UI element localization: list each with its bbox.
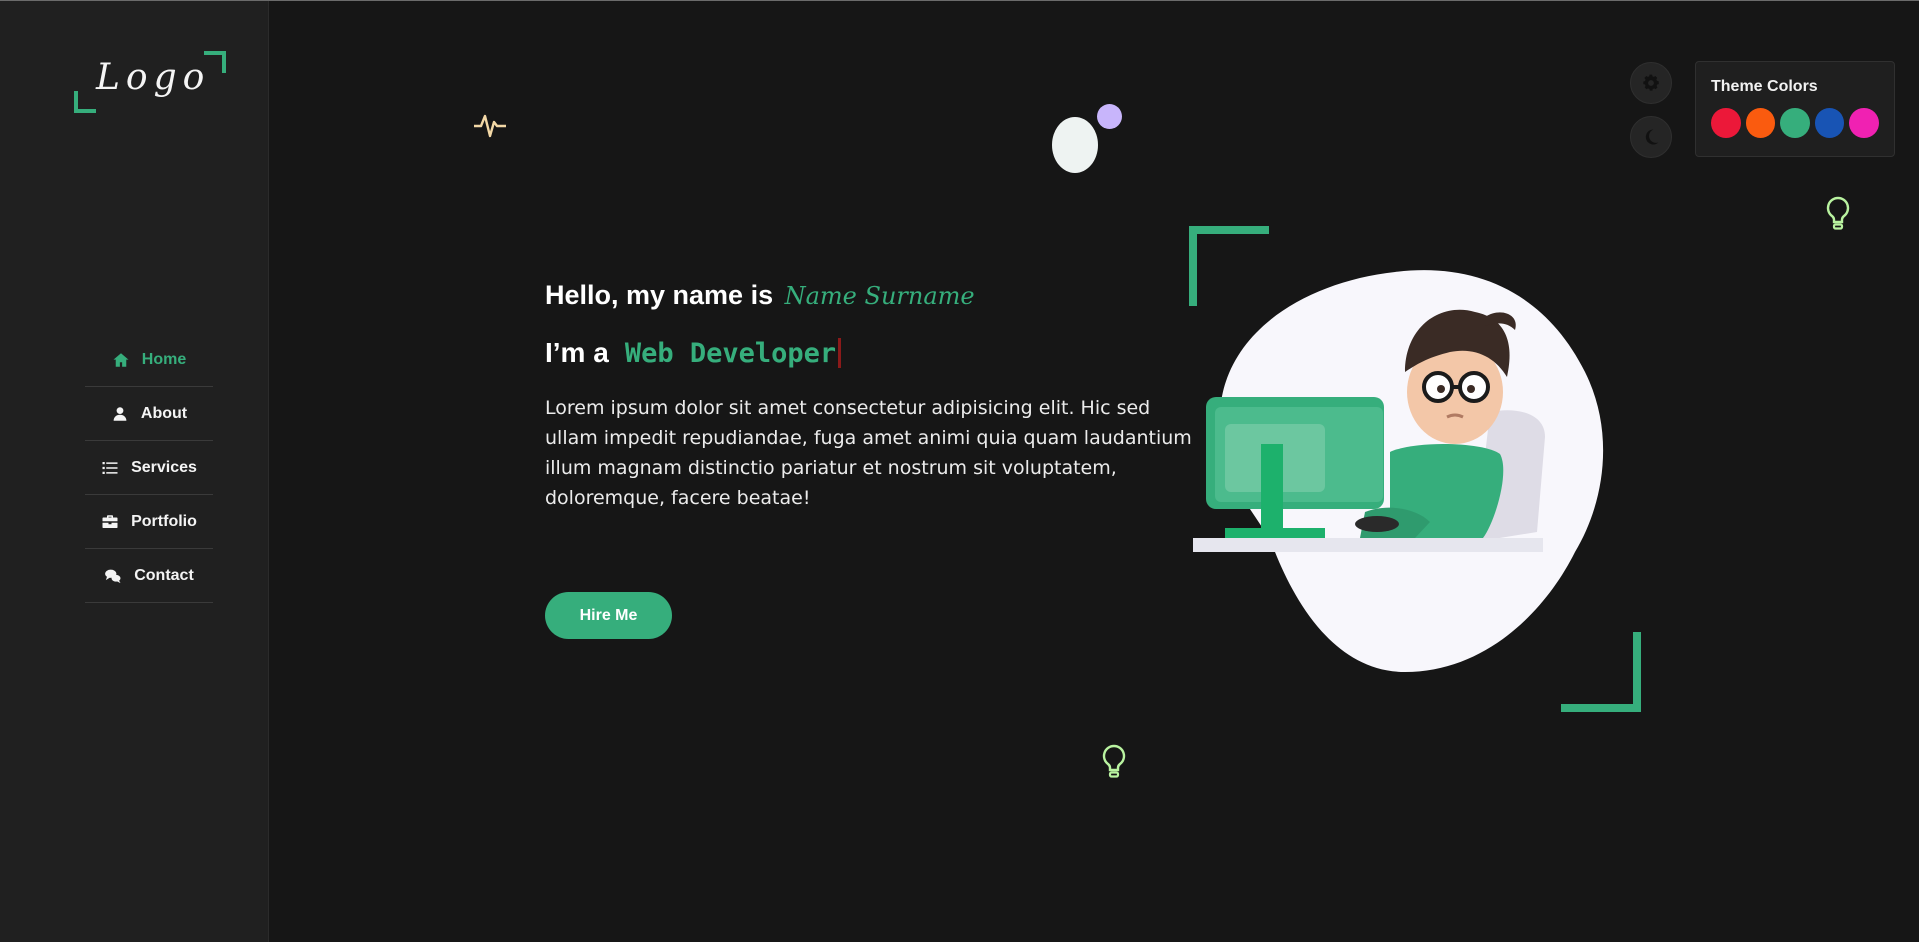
hero-greeting: Hello, my name is [545, 280, 774, 310]
typing-caret [838, 338, 842, 368]
hero-role-typed: Web Developer [624, 337, 837, 369]
gear-icon [1643, 74, 1659, 91]
hire-me-button[interactable]: Hire Me [545, 592, 672, 639]
nav-label-contact: Contact [134, 566, 194, 584]
home-icon [113, 352, 129, 367]
nav-item-contact[interactable]: Contact [85, 549, 213, 603]
decor-white-egg [1052, 117, 1098, 173]
nav-label-about: About [140, 404, 188, 422]
theme-swatch-orange[interactable] [1745, 108, 1776, 138]
hero: Hello, my name is Name Surname I’m a Web… [545, 280, 1195, 532]
dark-mode-toggle-button[interactable] [1630, 116, 1672, 158]
theme-colors-panel: Theme Colors [1695, 61, 1895, 157]
logo[interactable]: Logo [72, 51, 228, 115]
main-nav: Home About Services Portfolio Contact [85, 333, 213, 603]
theme-swatch-green[interactable] [1780, 108, 1810, 138]
logo-bracket-left [74, 91, 96, 113]
top-border [0, 0, 1919, 1]
theme-swatch-blue[interactable] [1814, 108, 1845, 138]
sidebar: Logo Home About Services Portfolio Conta… [0, 1, 269, 942]
list-icon [102, 461, 118, 474]
nav-item-home[interactable]: Home [85, 333, 213, 387]
theme-swatch-red[interactable] [1711, 108, 1741, 138]
moon-icon [1645, 129, 1659, 145]
nav-item-about[interactable]: About [85, 387, 213, 441]
hero-description: Lorem ipsum dolor sit amet consectetur a… [545, 397, 1192, 509]
settings-toggle-button[interactable] [1630, 62, 1672, 104]
nav-label-portfolio: Portfolio [131, 512, 197, 530]
nav-item-services[interactable]: Services [85, 441, 213, 495]
theme-swatches [1711, 108, 1879, 138]
lightbulb-icon [1102, 744, 1126, 778]
comments-icon [105, 569, 121, 583]
hero-illustration [1185, 222, 1645, 717]
nav-item-portfolio[interactable]: Portfolio [85, 495, 213, 549]
hero-role-prefix: I’m a [545, 337, 609, 368]
nav-label-home: Home [141, 350, 187, 368]
logo-text: Logo [96, 57, 211, 98]
lightbulb-icon [1826, 196, 1850, 230]
hero-name: Name Surname [784, 282, 975, 310]
nav-label-services: Services [131, 458, 197, 476]
briefcase-icon [102, 514, 118, 528]
pulse-icon [474, 114, 506, 138]
hero-greeting-line: Hello, my name is Name Surname [545, 280, 1195, 311]
developer-illustration [1193, 270, 1604, 672]
decor-purple-dot [1097, 104, 1122, 129]
hero-role-line: I’m a Web Developer [545, 337, 1195, 369]
theme-swatch-pink[interactable] [1849, 108, 1879, 138]
theme-colors-title: Theme Colors [1711, 78, 1818, 95]
user-icon [113, 406, 127, 421]
